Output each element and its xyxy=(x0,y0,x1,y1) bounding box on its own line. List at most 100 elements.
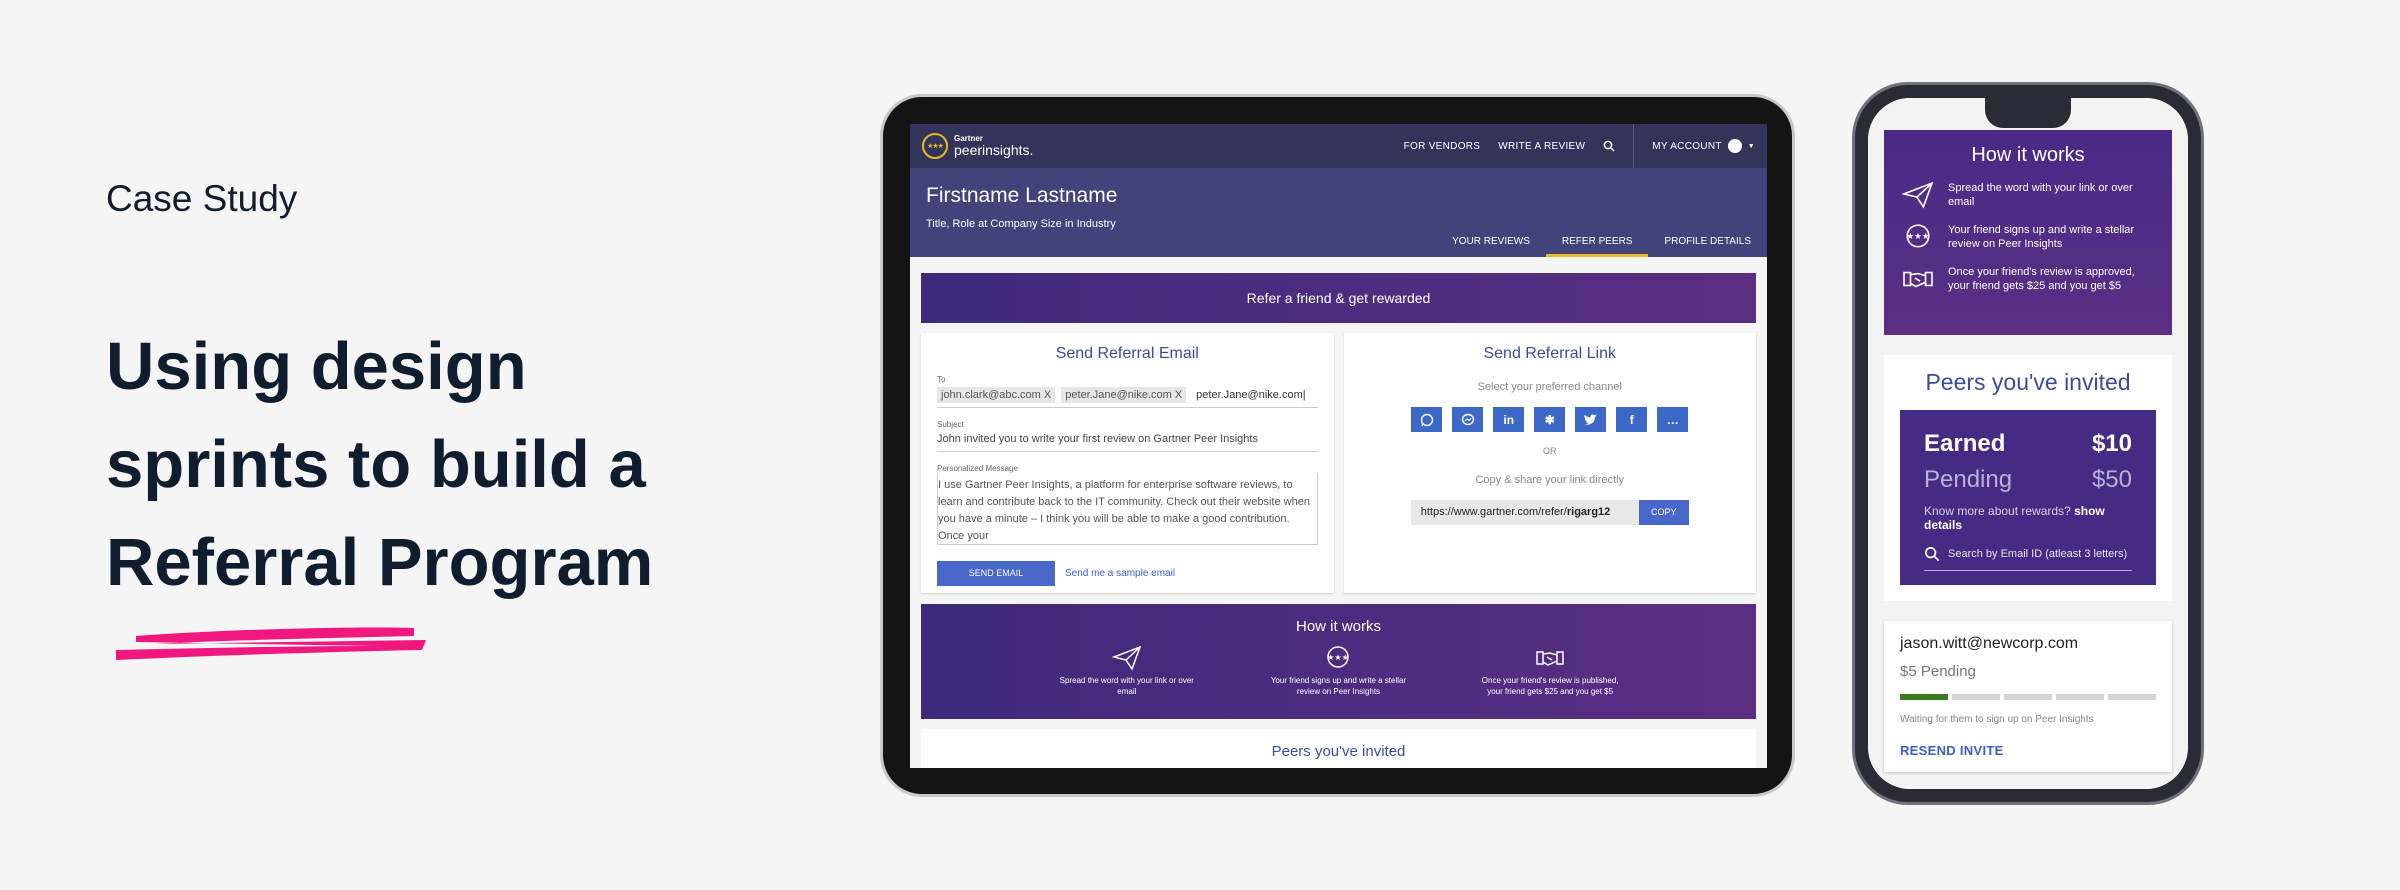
account-label: MY ACCOUNT xyxy=(1652,140,1722,152)
logo-line2: peerinsights. xyxy=(954,142,1034,158)
progress-segment xyxy=(2108,694,2156,700)
how-step-text: Your friend signs up and write a stellar… xyxy=(1270,676,1407,696)
message-label: Personalized Message xyxy=(937,464,1018,473)
messenger-icon[interactable] xyxy=(1452,407,1484,432)
peers-section-title: Peers you've invited xyxy=(921,729,1756,768)
user-avatar-icon xyxy=(1727,139,1742,153)
resend-invite-button[interactable]: RESEND INVITE xyxy=(1900,743,2156,758)
peers-invited-card: Peers you've invited Earned $10 Pending … xyxy=(1884,355,2172,601)
search-placeholder: Search by Email ID (atleast 3 letters) xyxy=(1948,548,2128,560)
progress-segment xyxy=(2056,694,2104,700)
account-menu[interactable]: MY ACCOUNT ▼ xyxy=(1652,139,1755,153)
how-step: Once your friend's review is published, … xyxy=(1475,645,1625,697)
headline: Using design sprints to build a Referral… xyxy=(106,318,726,612)
referral-link-field[interactable]: https://www.gartner.com/refer/rigarg12 xyxy=(1410,500,1639,525)
headline-line: Using design xyxy=(106,329,527,404)
link-code: rigarg12 xyxy=(1566,506,1611,518)
how-step: Spread the word with your link or over e… xyxy=(1052,645,1202,697)
to-field[interactable]: john.clark@abc.com X peter.Jane@nike.com… xyxy=(937,384,1318,408)
slack-icon[interactable]: ✱ xyxy=(1534,407,1566,432)
paper-plane-icon xyxy=(1901,181,1934,209)
sample-email-link[interactable]: Send me a sample email xyxy=(1065,568,1175,579)
highlight-scribble xyxy=(116,627,426,660)
tab-refer-peers[interactable]: REFER PEERS xyxy=(1545,236,1649,257)
message-textarea[interactable]: I use Gartner Peer Insights, a platform … xyxy=(937,473,1318,545)
search-icon[interactable] xyxy=(1603,140,1615,152)
search-icon xyxy=(1925,547,1940,562)
more-options-icon[interactable]: … xyxy=(1657,407,1689,432)
section-title: Peers you've invited xyxy=(1925,369,2131,395)
handshake-icon xyxy=(1903,271,1933,288)
tablet-screen: ★★★ Gartner peerinsights. FOR VENDORS WR… xyxy=(910,124,1767,768)
tab-your-reviews[interactable]: YOUR REVIEWS xyxy=(1436,236,1546,257)
how-step-text: Your friend signs up and write a stellar… xyxy=(1948,224,2135,250)
section-title: How it works xyxy=(1295,618,1381,635)
profile-tabs: YOUR REVIEWS REFER PEERS PROFILE DETAILS xyxy=(1436,236,1767,257)
card-title: Send Referral Email xyxy=(1055,345,1199,362)
how-step-text: Once your friend's review is approved, y… xyxy=(1948,266,2135,292)
navbar: ★★★ Gartner peerinsights. FOR VENDORS WR… xyxy=(910,124,1767,168)
send-email-button[interactable]: SEND EMAIL xyxy=(937,561,1055,586)
social-buttons: in ✱ f … xyxy=(1360,407,1741,432)
how-step-text: Spread the word with your link or over e… xyxy=(1948,182,2133,208)
headline-line: Referral Program xyxy=(106,525,654,600)
how-step-text: Spread the word with your link or over e… xyxy=(1059,676,1194,696)
facebook-icon[interactable]: f xyxy=(1616,407,1648,432)
whatsapp-icon[interactable] xyxy=(1411,407,1443,432)
progress-segment xyxy=(1952,694,2000,700)
pending-label: Pending xyxy=(1924,466,2013,493)
chevron-down-icon: ▼ xyxy=(1747,142,1755,150)
how-step: ★★★ Your friend signs up and write a ste… xyxy=(1900,223,2156,251)
copy-button[interactable]: COPY xyxy=(1638,500,1689,525)
refer-banner: Refer a friend & get rewarded xyxy=(921,273,1756,323)
send-email-card: Send Referral Email To john.clark@abc.co… xyxy=(921,333,1334,593)
section-title: How it works xyxy=(1971,144,2085,166)
invite-card: jason.witt@newcorp.com $5 Pending Waitin… xyxy=(1884,621,2172,772)
svg-text:★★★: ★★★ xyxy=(1906,232,1929,242)
profile-header: Firstname Lastname Title, Role at Compan… xyxy=(910,168,1767,257)
invite-note: Waiting for them to sign up on Peer Insi… xyxy=(1900,714,2094,725)
invite-progress xyxy=(1900,694,2156,700)
how-it-works-section: How it works Spread the word with your l… xyxy=(1884,130,2172,335)
linkedin-icon[interactable]: in xyxy=(1493,407,1525,432)
gartner-logo[interactable]: ★★★ Gartner peerinsights. xyxy=(922,133,1033,159)
email-chip[interactable]: peter.Jane@nike.com X xyxy=(1061,387,1187,403)
progress-segment xyxy=(2004,694,2052,700)
eyebrow-label: Case Study xyxy=(106,178,298,219)
tab-profile-details[interactable]: PROFILE DETAILS xyxy=(1648,236,1767,257)
profile-name: Firstname Lastname xyxy=(926,184,1118,207)
to-label: To xyxy=(937,375,946,384)
paper-plane-icon xyxy=(1111,645,1142,671)
star-logo-icon: ★★★ xyxy=(922,133,948,159)
nav-for-vendors[interactable]: FOR VENDORS xyxy=(1404,141,1481,152)
to-input[interactable]: peter.Jane@nike.com| xyxy=(1192,389,1305,401)
nav-write-review[interactable]: WRITE A REVIEW xyxy=(1498,141,1585,152)
how-step: Once your friend's review is approved, y… xyxy=(1900,265,2156,293)
progress-segment xyxy=(1900,694,1948,700)
review-bubble-icon: ★★★ xyxy=(1906,224,1930,248)
rewards-note: Know more about rewards? show details xyxy=(1924,504,2132,532)
nav-divider xyxy=(1633,124,1635,168)
profile-role: Title, Role at Company Size in Industry xyxy=(926,218,1116,230)
how-it-works-section: How it works Spread the word with your l… xyxy=(921,604,1756,719)
search-input[interactable]: Search by Email ID (atleast 3 letters) xyxy=(1924,546,2132,571)
copy-label: Copy & share your link directly xyxy=(1475,474,1625,486)
send-link-card: Send Referral Link Select your preferred… xyxy=(1343,333,1756,593)
svg-text:★★★: ★★★ xyxy=(1328,653,1350,662)
card-title: Send Referral Link xyxy=(1483,345,1616,362)
how-step: Spread the word with your link or over e… xyxy=(1900,181,2156,209)
invite-status: $5 Pending xyxy=(1900,663,1976,680)
how-step: ★★★ Your friend signs up and write a ste… xyxy=(1263,645,1413,697)
earned-value: $10 xyxy=(2091,430,2132,457)
phone-screen: How it works Spread the word with your l… xyxy=(1868,98,2188,789)
rewards-summary: Earned $10 Pending $50 Know more about r… xyxy=(1900,410,2156,585)
subject-field[interactable]: John invited you to write your first rev… xyxy=(937,429,1318,452)
handshake-icon xyxy=(1536,651,1564,666)
email-chip[interactable]: john.clark@abc.com X xyxy=(937,387,1056,403)
twitter-icon[interactable] xyxy=(1575,407,1607,432)
channel-label: Select your preferred channel xyxy=(1477,381,1622,393)
or-divider: OR xyxy=(1543,446,1557,456)
review-bubble-icon: ★★★ xyxy=(1328,646,1350,668)
how-step-text: Once your friend's review is published, … xyxy=(1481,676,1619,696)
subject-label: Subject xyxy=(937,420,964,429)
